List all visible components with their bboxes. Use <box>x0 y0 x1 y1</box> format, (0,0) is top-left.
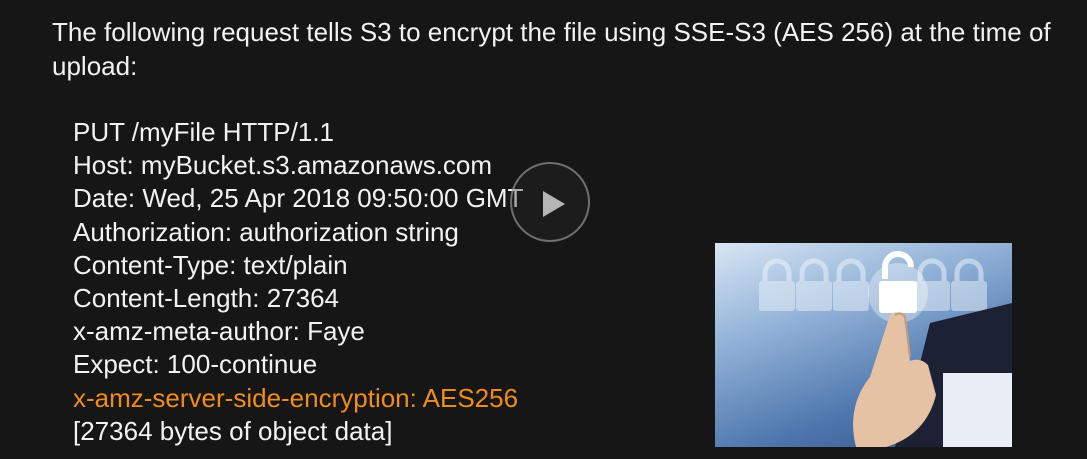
request-line: [27364 bytes of object data] <box>73 415 393 446</box>
padlock-icon <box>799 258 829 281</box>
request-line: Expect: 100-continue <box>73 349 318 380</box>
padlock-icon <box>762 258 792 281</box>
play-icon <box>543 191 565 217</box>
request-line: Content-Length: 27364 <box>73 283 339 314</box>
http-request-example: PUT /myFile HTTP/1.1 Host: myBucket.s3.a… <box>73 116 523 448</box>
padlock-icon <box>833 281 869 311</box>
padlock-icon <box>954 258 984 281</box>
security-image <box>715 243 1012 447</box>
padlock-hand-illustration <box>759 251 1012 447</box>
request-line: Date: Wed, 25 Apr 2018 09:50:00 GMT <box>73 183 524 214</box>
play-button[interactable] <box>510 162 590 242</box>
request-line: x-amz-meta-author: Faye <box>73 316 365 347</box>
video-slide: The following request tells S3 to encryp… <box>0 0 1087 459</box>
padlock-icon <box>951 281 987 311</box>
padlock-icon <box>796 281 832 311</box>
request-line: PUT /myFile HTTP/1.1 <box>73 117 335 147</box>
unlocked-padlock-icon <box>879 281 917 313</box>
padlock-icon <box>836 258 866 281</box>
request-line: Host: myBucket.s3.amazonaws.com <box>73 150 493 181</box>
request-line: Content-Type: text/plain <box>73 249 348 280</box>
intro-text: The following request tells S3 to encryp… <box>52 17 1051 81</box>
request-line-encryption-header: x-amz-server-side-encryption: AES256 <box>73 382 519 413</box>
padlock-icon <box>759 281 795 311</box>
request-line: Authorization: authorization string <box>73 216 459 247</box>
